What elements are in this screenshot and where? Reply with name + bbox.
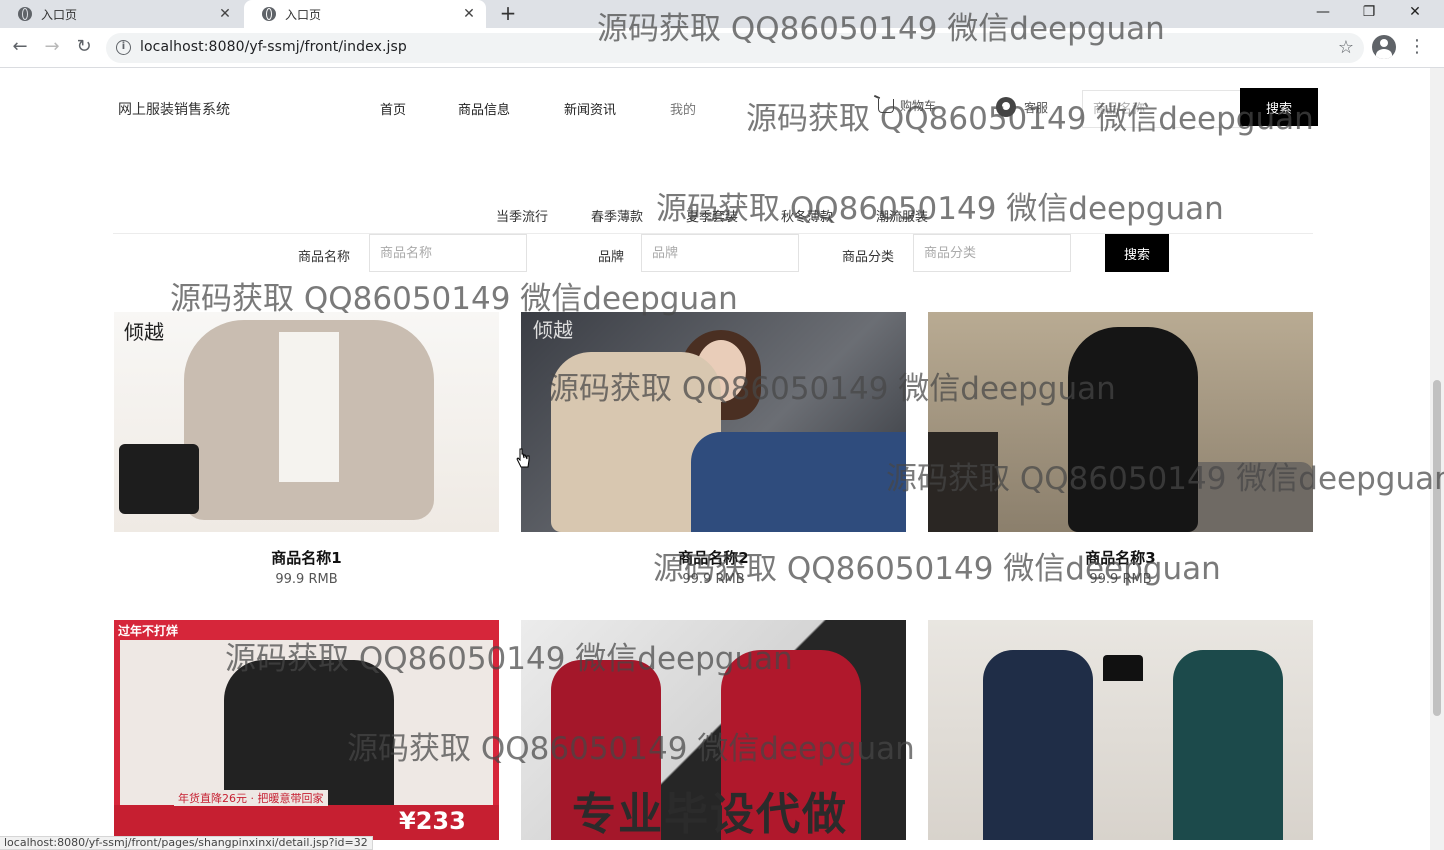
- category-summer[interactable]: 夏季套装: [686, 206, 738, 225]
- product-name[interactable]: 商品名称2: [521, 547, 906, 568]
- window-close-icon[interactable]: ✕: [1392, 0, 1438, 26]
- restore-icon[interactable]: ❐: [1346, 0, 1392, 26]
- nav-products[interactable]: 商品信息: [458, 99, 510, 118]
- nav-cart-label: 购物车: [900, 99, 937, 113]
- nav-mine[interactable]: 我的: [670, 99, 696, 118]
- category-autumn-winter[interactable]: 秋冬薄款: [781, 206, 833, 225]
- product-card[interactable]: 倾越 商品名称1 99.9 RMB: [114, 312, 499, 587]
- close-icon[interactable]: ✕: [218, 6, 232, 22]
- profile-avatar-icon[interactable]: [1372, 35, 1396, 59]
- minimize-icon[interactable]: —: [1300, 0, 1346, 26]
- product-card[interactable]: 商品名称3 99.9 RMB: [928, 312, 1313, 587]
- new-tab-button[interactable]: +: [497, 3, 519, 25]
- nav-cart[interactable]: 购物车: [878, 97, 936, 114]
- cart-icon: [878, 98, 894, 113]
- product-card[interactable]: 倾越 商品名称2 99.9 RMB: [521, 312, 906, 587]
- filter-category-label: 商品分类: [842, 250, 895, 265]
- nav-home[interactable]: 首页: [380, 99, 406, 118]
- reload-icon[interactable]: ↻: [72, 36, 96, 60]
- product-image[interactable]: [928, 620, 1313, 840]
- customer-service-icon: [996, 97, 1016, 117]
- product-image-caption: 年货直降26元 · 把暖意带回家: [174, 790, 328, 806]
- tab-strip: 入口页 ✕ 入口页 ✕ + — ❐ ✕: [0, 0, 1444, 28]
- address-bar[interactable]: i localhost:8080/yf-ssmj/front/index.jsp…: [106, 33, 1364, 63]
- browser-tab-2[interactable]: 入口页 ✕: [244, 0, 486, 28]
- product-card[interactable]: 过年不打烊 年货直降26元 · 把暖意带回家 ¥233: [114, 620, 499, 840]
- product-image[interactable]: 倾越: [114, 312, 499, 532]
- filter-brand-label: 品牌: [598, 250, 625, 265]
- category-spring[interactable]: 春季薄款: [591, 206, 643, 225]
- page-viewport: 网上服装销售系统 首页 商品信息 新闻资讯 我的 购物车 客服 搜索 当季流行 …: [0, 68, 1428, 850]
- browser-tab-1[interactable]: 入口页 ✕: [0, 0, 242, 28]
- back-icon[interactable]: ←: [8, 36, 32, 60]
- product-image[interactable]: 倾越: [521, 312, 906, 532]
- bookmark-star-icon[interactable]: ☆: [1338, 37, 1354, 58]
- product-image[interactable]: [928, 312, 1313, 532]
- category-trend[interactable]: 潮流服装: [876, 206, 928, 225]
- nav-service-label: 客服: [1024, 100, 1049, 115]
- category-seasonal[interactable]: 当季流行: [496, 206, 548, 225]
- filter-search-button[interactable]: 搜索: [1105, 234, 1169, 272]
- filter-name-label: 商品名称: [298, 250, 351, 265]
- product-image-price: ¥233: [399, 807, 466, 835]
- info-icon[interactable]: i: [116, 40, 131, 55]
- tab-title: 入口页: [41, 7, 78, 22]
- header-search-button[interactable]: 搜索: [1240, 88, 1318, 126]
- url-text[interactable]: localhost:8080/yf-ssmj/front/index.jsp: [140, 39, 407, 55]
- product-name[interactable]: 商品名称3: [928, 547, 1313, 568]
- product-price: 99.9 RMB: [1089, 572, 1152, 587]
- pointer-cursor-icon: [516, 448, 530, 468]
- forward-icon[interactable]: →: [40, 36, 64, 60]
- tab-title: 入口页: [285, 7, 322, 22]
- filter-brand-input[interactable]: [641, 234, 799, 272]
- status-url-bar: localhost:8080/yf-ssmj/front/pages/shang…: [0, 836, 373, 850]
- close-icon[interactable]: ✕: [462, 6, 476, 22]
- nav-service[interactable]: 客服: [996, 97, 1048, 117]
- scrollbar-thumb[interactable]: [1433, 380, 1441, 716]
- page-scrollbar[interactable]: [1430, 68, 1444, 850]
- address-toolbar: ← → ↻ i localhost:8080/yf-ssmj/front/ind…: [0, 28, 1444, 68]
- product-card[interactable]: [928, 620, 1313, 840]
- image-overlay-text: 专业毕设代做: [572, 789, 848, 840]
- product-image-brand: 倾越: [533, 318, 573, 342]
- header-search-input[interactable]: [1082, 90, 1242, 128]
- menu-kebab-icon[interactable]: ⋮: [1408, 36, 1426, 60]
- product-image-tag: 过年不打烊: [118, 624, 179, 638]
- product-price: 99.9 RMB: [275, 572, 338, 587]
- filter-category-input[interactable]: [913, 234, 1071, 272]
- product-name[interactable]: 商品名称1: [114, 547, 499, 568]
- nav-news[interactable]: 新闻资讯: [564, 99, 616, 118]
- filter-name-input[interactable]: [369, 234, 527, 272]
- globe-icon: [18, 7, 32, 21]
- product-image-brand: 倾越: [124, 320, 164, 344]
- product-image[interactable]: 过年不打烊 年货直降26元 · 把暖意带回家 ¥233: [114, 620, 499, 840]
- product-price: 99.9 RMB: [682, 572, 745, 587]
- globe-icon: [262, 7, 276, 21]
- site-title: 网上服装销售系统: [118, 102, 230, 118]
